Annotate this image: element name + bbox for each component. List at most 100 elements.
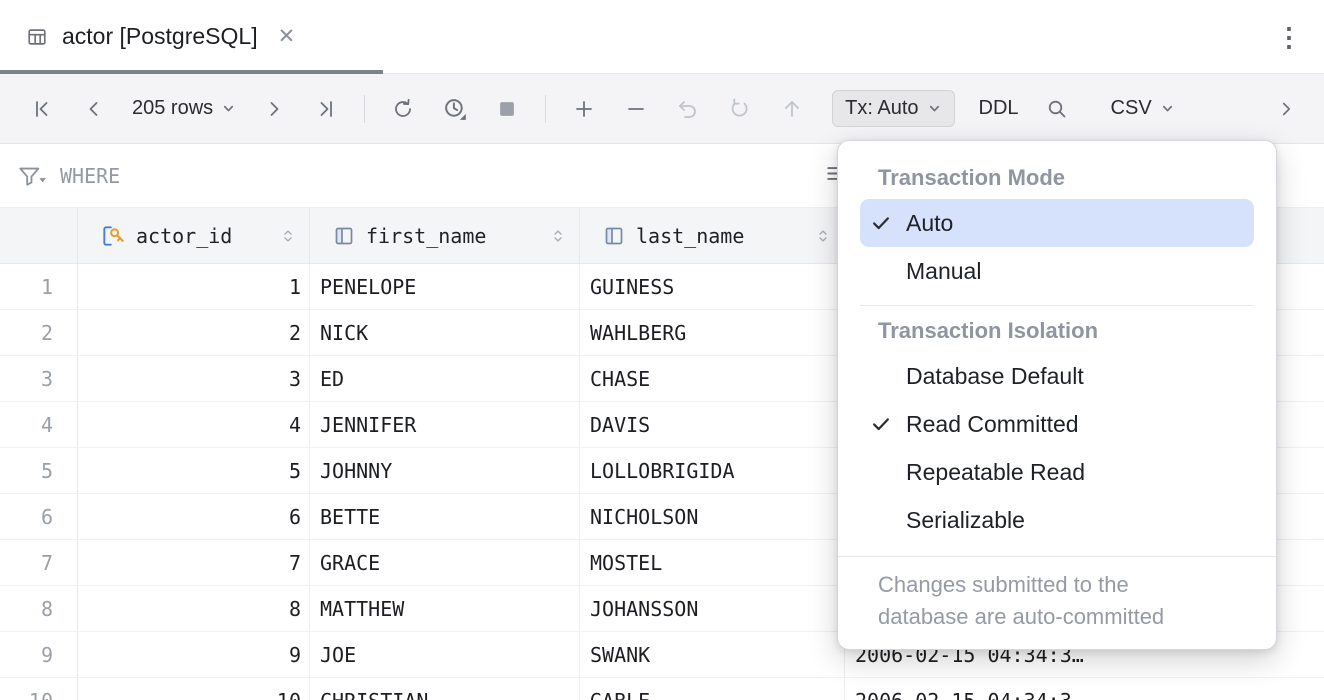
- last-page-button[interactable]: [304, 89, 348, 129]
- menu-item-label: Serializable: [906, 507, 1025, 534]
- row-number-cell[interactable]: 2: [0, 310, 78, 355]
- menu-item-database-default[interactable]: Database Default: [860, 352, 1254, 400]
- cell-first-name[interactable]: ED: [310, 356, 580, 401]
- ddl-button[interactable]: DDL: [967, 91, 1031, 126]
- cell-first-name[interactable]: GRACE: [310, 540, 580, 585]
- search-icon: [1045, 97, 1069, 121]
- menu-item-manual[interactable]: Manual: [860, 247, 1254, 295]
- editor-tab-bar: actor [PostgreSQL] ✕ ⋮: [0, 0, 1324, 74]
- close-icon[interactable]: ✕: [278, 24, 296, 49]
- popup-section-header: Transaction Mode: [878, 163, 1236, 193]
- tab-actor-postgresql[interactable]: actor [PostgreSQL] ✕: [0, 0, 315, 73]
- cell-actor-id[interactable]: 10: [78, 678, 310, 700]
- row-number-cell[interactable]: 5: [0, 448, 78, 493]
- search-button[interactable]: [1035, 89, 1079, 129]
- cell-last-name[interactable]: SWANK: [580, 632, 845, 677]
- rows-count-dropdown[interactable]: 205 rows: [120, 91, 248, 126]
- column-header-actor-id[interactable]: actor_id: [78, 208, 310, 263]
- last-page-icon: [314, 97, 338, 121]
- popup-section-divider: [860, 305, 1254, 306]
- revert-changes-button[interactable]: [666, 89, 710, 129]
- cell-first-name[interactable]: BETTE: [310, 494, 580, 539]
- cell-last-name[interactable]: MOSTEL: [580, 540, 845, 585]
- delete-row-button[interactable]: [614, 89, 658, 129]
- cell-last-update[interactable]: 2006-02-15 04:34:3…: [845, 678, 1324, 700]
- stop-icon: [496, 98, 518, 120]
- cell-first-name[interactable]: NICK: [310, 310, 580, 355]
- column-icon: [332, 224, 356, 248]
- menu-item-label: Manual: [906, 258, 981, 285]
- export-format-dropdown[interactable]: CSV: [1099, 91, 1187, 126]
- cell-actor-id[interactable]: 3: [78, 356, 310, 401]
- where-filter-input[interactable]: WHERE: [60, 164, 120, 188]
- more-toolbar-actions-button[interactable]: [1264, 89, 1308, 129]
- table-row: 1010CHRISTIANGABLE2006-02-15 04:34:3…: [0, 678, 1324, 700]
- chevron-right-icon: [262, 97, 286, 121]
- menu-item-read-committed[interactable]: Read Committed: [860, 400, 1254, 448]
- rollback-icon: [728, 97, 752, 121]
- cell-first-name[interactable]: JOHNNY: [310, 448, 580, 493]
- column-header-first-name[interactable]: first_name: [310, 208, 580, 263]
- reload-data-button[interactable]: [381, 89, 425, 129]
- cell-last-name[interactable]: GUINESS: [580, 264, 845, 309]
- popup-body: Transaction Mode Auto Manual Transaction Is…: [838, 163, 1276, 544]
- plus-icon: [572, 97, 596, 121]
- row-number-cell[interactable]: 9: [0, 632, 78, 677]
- cell-actor-id[interactable]: 9: [78, 632, 310, 677]
- column-header-last-name[interactable]: last_name: [580, 208, 845, 263]
- cell-actor-id[interactable]: 5: [78, 448, 310, 493]
- add-row-button[interactable]: [562, 89, 606, 129]
- rows-count-label: 205 rows: [132, 97, 213, 120]
- cell-actor-id[interactable]: 1: [78, 264, 310, 309]
- cell-last-name[interactable]: CHASE: [580, 356, 845, 401]
- row-number-cell[interactable]: 1: [0, 264, 78, 309]
- sort-icon[interactable]: [279, 227, 297, 245]
- cell-first-name[interactable]: JENNIFER: [310, 402, 580, 447]
- sort-icon[interactable]: [549, 227, 567, 245]
- kebab-menu-icon[interactable]: ⋮: [1276, 24, 1302, 50]
- filter-funnel-icon[interactable]: [16, 163, 48, 189]
- row-number-cell[interactable]: 10: [0, 678, 78, 700]
- menu-item-repeatable-read[interactable]: Repeatable Read: [860, 448, 1254, 496]
- cell-actor-id[interactable]: 8: [78, 586, 310, 631]
- column-header-label: first_name: [366, 224, 486, 248]
- cell-actor-id[interactable]: 6: [78, 494, 310, 539]
- row-number-cell[interactable]: 8: [0, 586, 78, 631]
- datagrip-window: actor [PostgreSQL] ✕ ⋮ 205 rows: [0, 0, 1324, 700]
- cell-first-name[interactable]: CHRISTIAN: [310, 678, 580, 700]
- transaction-mode-dropdown[interactable]: Tx: Auto: [832, 90, 954, 127]
- cell-actor-id[interactable]: 4: [78, 402, 310, 447]
- cell-last-name[interactable]: WAHLBERG: [580, 310, 845, 355]
- sort-icon[interactable]: [814, 227, 832, 245]
- cell-last-name[interactable]: NICHOLSON: [580, 494, 845, 539]
- popup-section-header: Transaction Isolation: [878, 316, 1236, 346]
- menu-item-label: Database Default: [906, 363, 1084, 390]
- chevron-down-icon: [927, 101, 942, 116]
- menu-item-label: Repeatable Read: [906, 459, 1085, 486]
- auto-refresh-button[interactable]: [433, 89, 477, 129]
- cell-actor-id[interactable]: 7: [78, 540, 310, 585]
- previous-page-button[interactable]: [72, 89, 116, 129]
- primary-key-column-icon: [100, 223, 126, 249]
- rollback-button[interactable]: [718, 89, 762, 129]
- cell-first-name[interactable]: MATTHEW: [310, 586, 580, 631]
- row-number-cell[interactable]: 4: [0, 402, 78, 447]
- menu-item-auto[interactable]: Auto: [860, 199, 1254, 247]
- chevron-left-icon: [82, 97, 106, 121]
- cell-actor-id[interactable]: 2: [78, 310, 310, 355]
- active-tab-indicator: [0, 70, 383, 74]
- row-number-cell[interactable]: 6: [0, 494, 78, 539]
- first-page-button[interactable]: [20, 89, 64, 129]
- cell-first-name[interactable]: JOE: [310, 632, 580, 677]
- cell-last-name[interactable]: GABLE: [580, 678, 845, 700]
- cell-first-name[interactable]: PENELOPE: [310, 264, 580, 309]
- row-number-cell[interactable]: 3: [0, 356, 78, 401]
- cell-last-name[interactable]: JOHANSSON: [580, 586, 845, 631]
- stop-query-button[interactable]: [485, 89, 529, 129]
- cell-last-name[interactable]: LOLLOBRIGIDA: [580, 448, 845, 493]
- menu-item-serializable[interactable]: Serializable: [860, 496, 1254, 544]
- next-page-button[interactable]: [252, 89, 296, 129]
- submit-changes-button[interactable]: [770, 89, 814, 129]
- cell-last-name[interactable]: DAVIS: [580, 402, 845, 447]
- row-number-cell[interactable]: 7: [0, 540, 78, 585]
